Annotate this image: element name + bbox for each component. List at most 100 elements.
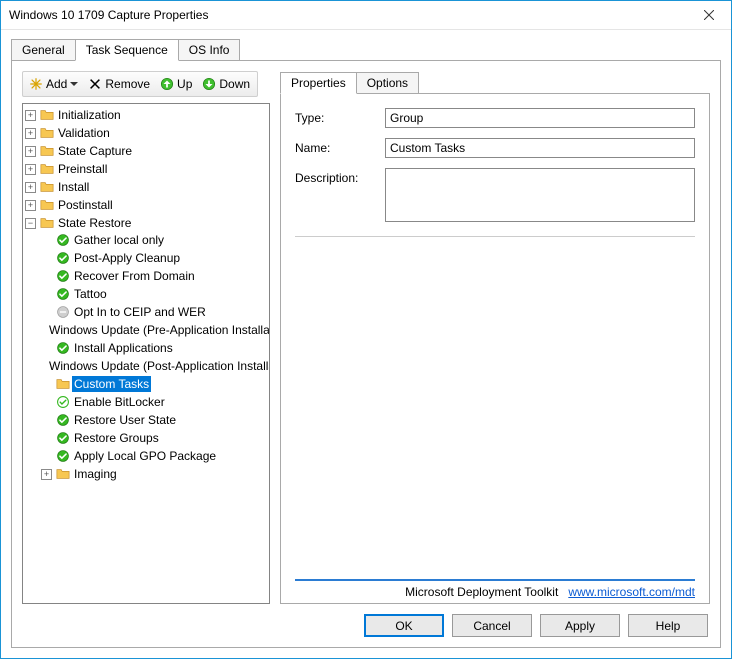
tree-item[interactable]: Apply Local GPO Package [41, 447, 269, 465]
dropdown-icon [70, 80, 78, 88]
tree-toolbar: Add Remove Up Down [22, 71, 258, 97]
splitter: Add Remove Up Down [22, 71, 710, 604]
properties-tabstrip: PropertiesOptions [280, 71, 710, 93]
up-label: Up [177, 77, 192, 91]
panel-spacer [295, 236, 695, 579]
tree-item[interactable]: Post-Apply Cleanup [41, 249, 269, 267]
expander-blank [41, 451, 52, 462]
tree-item[interactable]: + Validation [25, 124, 269, 142]
tree-item[interactable]: + State Capture [25, 142, 269, 160]
inner-tab-options[interactable]: Options [356, 72, 419, 93]
main-tab-os-info[interactable]: OS Info [178, 39, 241, 60]
name-input[interactable] [385, 138, 695, 158]
tree-item-label: Windows Update (Pre-Application Installa… [47, 322, 270, 338]
tree-item-label: Custom Tasks [72, 376, 151, 392]
tree-item[interactable]: + Install [25, 178, 269, 196]
check-icon [56, 251, 70, 265]
apply-button[interactable]: Apply [540, 614, 620, 637]
tree-item[interactable]: +Preinstall [25, 160, 269, 178]
expander-blank [41, 415, 52, 426]
main-tab-task-sequence[interactable]: Task Sequence [75, 39, 179, 61]
remove-icon [88, 77, 102, 91]
tree-item-label: Initialization [56, 107, 123, 123]
tree-item[interactable]: Custom Tasks [41, 375, 269, 393]
expander-blank [41, 379, 52, 390]
expander-blank [41, 289, 52, 300]
tree-item[interactable]: Recover From Domain [41, 267, 269, 285]
dialog-buttons: OK Cancel Apply Help [22, 604, 710, 637]
tree-item-label: Restore User State [72, 412, 178, 428]
description-label: Description: [295, 168, 375, 185]
add-icon [29, 77, 43, 91]
description-input[interactable] [385, 168, 695, 222]
folder-icon [40, 108, 54, 122]
tree-item-label: Windows Update (Post-Application Install… [47, 358, 270, 374]
up-button[interactable]: Up [158, 76, 194, 92]
check-outline-icon [56, 395, 70, 409]
collapse-icon[interactable]: − [25, 218, 36, 229]
right-column: PropertiesOptions Type: Group Name: Desc… [280, 71, 710, 604]
tree-item[interactable]: +Postinstall [25, 196, 269, 214]
product-name: Microsoft Deployment Toolkit [405, 585, 558, 599]
down-button[interactable]: Down [200, 76, 252, 92]
folder-icon [40, 126, 54, 140]
main-tab-general[interactable]: General [11, 39, 76, 60]
tree-item[interactable]: Install Applications [41, 339, 269, 357]
check-icon [56, 449, 70, 463]
folder-icon [40, 198, 54, 212]
down-label: Down [219, 77, 250, 91]
expand-icon[interactable]: + [41, 469, 52, 480]
type-row: Type: Group [295, 108, 695, 128]
expand-icon[interactable]: + [25, 182, 36, 193]
close-button[interactable] [689, 3, 729, 27]
inner-tab-properties[interactable]: Properties [280, 72, 357, 94]
check-icon [56, 413, 70, 427]
tree-item[interactable]: Gather local only [41, 231, 269, 249]
tree-item-label: Install Applications [72, 340, 175, 356]
expand-icon[interactable]: + [25, 128, 36, 139]
expand-icon[interactable]: + [25, 164, 36, 175]
panel-footer: Microsoft Deployment Toolkit www.microso… [295, 579, 695, 599]
title-bar: Windows 10 1709 Capture Properties [1, 1, 731, 30]
help-button[interactable]: Help [628, 614, 708, 637]
properties-panel: Type: Group Name: Description: [280, 93, 710, 604]
close-icon [704, 10, 714, 20]
remove-button[interactable]: Remove [86, 76, 152, 92]
product-link[interactable]: www.microsoft.com/mdt [568, 585, 695, 599]
task-sequence-panel: Add Remove Up Down [11, 60, 721, 648]
tree-item[interactable]: + Initialization [25, 106, 269, 124]
tree-item[interactable]: −State RestoreGather local onlyPost-Appl… [25, 214, 269, 484]
tree-item[interactable]: Restore User State [41, 411, 269, 429]
tree-item-label: Gather local only [72, 232, 166, 248]
expander-blank [41, 343, 52, 354]
type-label: Type: [295, 108, 375, 125]
folder-icon [56, 377, 70, 391]
expand-icon[interactable]: + [25, 200, 36, 211]
tree-item-label: State Capture [56, 143, 134, 159]
expander-blank [41, 271, 52, 282]
cancel-button[interactable]: Cancel [452, 614, 532, 637]
tree-item-label: Install [56, 179, 91, 195]
expander-blank [41, 307, 52, 318]
expand-icon[interactable]: + [25, 146, 36, 157]
tree-item[interactable]: + Imaging [41, 465, 269, 483]
tree-item-label: Tattoo [72, 286, 109, 302]
expand-icon[interactable]: + [25, 110, 36, 121]
ok-button[interactable]: OK [364, 614, 444, 637]
tree-item[interactable]: Tattoo [41, 285, 269, 303]
tree-item[interactable]: Opt In to CEIP and WER [41, 303, 269, 321]
check-icon [56, 341, 70, 355]
tree-item[interactable]: Restore Groups [41, 429, 269, 447]
tree-item[interactable]: Windows Update (Post-Application Install… [41, 357, 269, 375]
add-label: Add [46, 77, 67, 91]
tree-item[interactable]: Windows Update (Pre-Application Installa… [41, 321, 269, 339]
expander-blank [41, 397, 52, 408]
tree-item-label: Validation [56, 125, 112, 141]
tree-item-label: Post-Apply Cleanup [72, 250, 182, 266]
main-tabstrip: GeneralTask SequenceOS Info [11, 38, 721, 60]
add-button[interactable]: Add [27, 76, 80, 92]
sequence-tree[interactable]: + Initialization + Validation + State Capture… [22, 103, 270, 604]
disabled-icon [56, 305, 70, 319]
tree-item[interactable]: Enable BitLocker [41, 393, 269, 411]
tree-item-label: Imaging [72, 466, 119, 482]
